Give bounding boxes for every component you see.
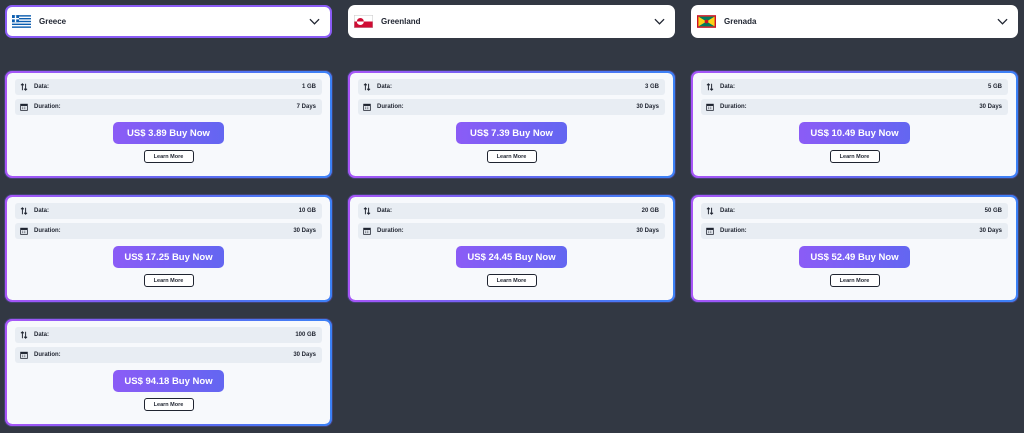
data-value: 3 GB — [644, 84, 659, 90]
data-row: Data: 1 GB — [15, 79, 322, 95]
calendar-icon — [706, 227, 714, 235]
data-row: Data: 100 GB — [15, 327, 322, 343]
plan-card: Data: 5 GB Duration: 30 Days US$ 10.49 B… — [691, 71, 1018, 178]
data-value: 10 GB — [298, 208, 316, 214]
data-label: Data: — [720, 84, 736, 90]
buy-now-button[interactable]: US$ 94.18 Buy Now — [113, 370, 224, 392]
duration-row: Duration: 30 Days — [701, 223, 1008, 239]
data-label: Data: — [34, 84, 50, 90]
data-value: 5 GB — [987, 84, 1002, 90]
calendar-icon — [20, 103, 28, 111]
data-value: 100 GB — [295, 332, 316, 338]
data-label: Data: — [34, 332, 50, 338]
duration-row: Duration: 30 Days — [358, 99, 665, 115]
duration-value: 30 Days — [979, 228, 1002, 234]
learn-more-button[interactable]: Learn More — [143, 398, 194, 411]
duration-row: Duration: 7 Days — [15, 99, 322, 115]
transfer-arrows-icon — [363, 83, 371, 91]
greece-flag-icon — [12, 15, 31, 28]
duration-row: Duration: 30 Days — [15, 223, 322, 239]
plan-card: Data: 1 GB Duration: 7 Days US$ 3.89 Buy… — [5, 71, 332, 178]
plan-card: Data: 10 GB Duration: 30 Days US$ 17.25 … — [5, 195, 332, 302]
transfer-arrows-icon — [706, 83, 714, 91]
duration-label: Duration: — [720, 228, 747, 234]
data-value: 1 GB — [301, 84, 316, 90]
buy-now-button[interactable]: US$ 52.49 Buy Now — [799, 246, 910, 268]
buy-now-button[interactable]: US$ 7.39 Buy Now — [456, 122, 567, 144]
chevron-down-icon — [309, 18, 320, 25]
data-label: Data: — [377, 208, 393, 214]
duration-label: Duration: — [377, 228, 404, 234]
duration-label: Duration: — [34, 228, 61, 234]
duration-value: 30 Days — [293, 228, 316, 234]
chevron-down-icon — [654, 18, 665, 25]
duration-row: Duration: 30 Days — [358, 223, 665, 239]
learn-more-button[interactable]: Learn More — [143, 150, 194, 163]
data-row: Data: 3 GB — [358, 79, 665, 95]
learn-more-button[interactable]: Learn More — [486, 150, 537, 163]
transfer-arrows-icon — [20, 207, 28, 215]
data-label: Data: — [720, 208, 736, 214]
data-row: Data: 50 GB — [701, 203, 1008, 219]
country-select-greenland[interactable]: Greenland — [348, 5, 675, 38]
learn-more-button[interactable]: Learn More — [143, 274, 194, 287]
grenada-flag-icon — [697, 15, 716, 28]
duration-label: Duration: — [720, 104, 747, 110]
duration-row: Duration: 30 Days — [15, 347, 322, 363]
plan-card: Data: 100 GB Duration: 30 Days US$ 94.18… — [5, 319, 332, 426]
data-row: Data: 20 GB — [358, 203, 665, 219]
transfer-arrows-icon — [706, 207, 714, 215]
calendar-icon — [20, 351, 28, 359]
buy-now-button[interactable]: US$ 17.25 Buy Now — [113, 246, 224, 268]
data-value: 20 GB — [641, 208, 659, 214]
calendar-icon — [363, 103, 371, 111]
greenland-flag-icon — [354, 15, 373, 28]
duration-label: Duration: — [34, 104, 61, 110]
duration-label: Duration: — [34, 352, 61, 358]
buy-now-button[interactable]: US$ 10.49 Buy Now — [799, 122, 910, 144]
plan-card: Data: 20 GB Duration: 30 Days US$ 24.45 … — [348, 195, 675, 302]
plan-card: Data: 3 GB Duration: 30 Days US$ 7.39 Bu… — [348, 71, 675, 178]
country-select-grenada[interactable]: Grenada — [691, 5, 1018, 38]
data-row: Data: 10 GB — [15, 203, 322, 219]
duration-value: 30 Days — [636, 104, 659, 110]
transfer-arrows-icon — [20, 331, 28, 339]
data-row: Data: 5 GB — [701, 79, 1008, 95]
calendar-icon — [20, 227, 28, 235]
calendar-icon — [706, 103, 714, 111]
learn-more-button[interactable]: Learn More — [486, 274, 537, 287]
data-value: 50 GB — [984, 208, 1002, 214]
duration-value: 30 Days — [636, 228, 659, 234]
duration-value: 30 Days — [979, 104, 1002, 110]
duration-value: 30 Days — [293, 352, 316, 358]
duration-value: 7 Days — [296, 104, 316, 110]
country-name: Greenland — [381, 17, 421, 26]
buy-now-button[interactable]: US$ 3.89 Buy Now — [113, 122, 224, 144]
learn-more-button[interactable]: Learn More — [829, 150, 880, 163]
plan-card: Data: 50 GB Duration: 30 Days US$ 52.49 … — [691, 195, 1018, 302]
learn-more-button[interactable]: Learn More — [829, 274, 880, 287]
data-label: Data: — [34, 208, 50, 214]
transfer-arrows-icon — [363, 207, 371, 215]
data-label: Data: — [377, 84, 393, 90]
duration-row: Duration: 30 Days — [701, 99, 1008, 115]
country-name: Greece — [39, 17, 67, 26]
chevron-down-icon — [997, 18, 1008, 25]
transfer-arrows-icon — [20, 83, 28, 91]
buy-now-button[interactable]: US$ 24.45 Buy Now — [456, 246, 567, 268]
country-name: Grenada — [724, 17, 757, 26]
country-select-greece[interactable]: Greece — [5, 5, 332, 38]
duration-label: Duration: — [377, 104, 404, 110]
calendar-icon — [363, 227, 371, 235]
